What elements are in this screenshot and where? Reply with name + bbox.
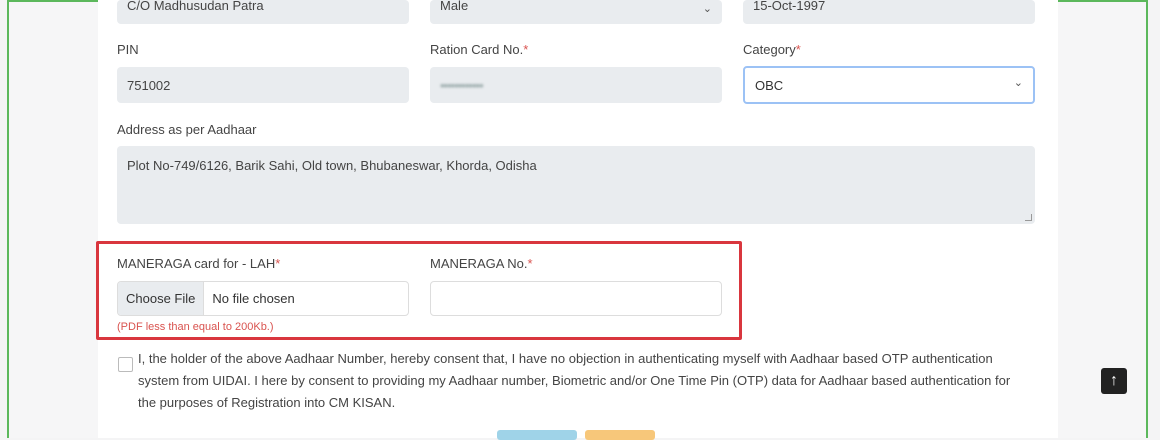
category-value: OBC: [755, 77, 784, 93]
chevron-down-icon: ⌄: [1013, 77, 1023, 89]
arrow-up-icon: ↑: [1110, 372, 1118, 389]
resize-grip-icon[interactable]: [1025, 214, 1032, 221]
ration-label: Ration Card No.*: [430, 42, 529, 57]
maneraga-card-label: MANERAGA card for - LAH*: [117, 256, 281, 271]
ration-value-masked: ••••••••••••: [440, 77, 484, 93]
gender-select[interactable]: Male ⌄: [430, 0, 722, 24]
maneraga-no-label: MANERAGA No.*: [430, 256, 533, 271]
reset-button[interactable]: [585, 430, 655, 440]
address-textarea[interactable]: Plot No-749/6126, Barik Sahi, Old town, …: [117, 146, 1035, 224]
ration-field[interactable]: ••••••••••••: [430, 67, 722, 103]
chevron-down-icon: ⌄: [702, 3, 712, 15]
maneraga-file-input[interactable]: Choose File No file chosen: [117, 281, 409, 316]
dob-value: 15-Oct-1997: [753, 0, 826, 13]
scroll-top-button[interactable]: ↑: [1101, 368, 1127, 394]
consent-text: I, the holder of the above Aadhaar Numbe…: [138, 351, 1011, 410]
guardian-field[interactable]: C/O Madhusudan Patra: [117, 0, 409, 24]
choose-file-button[interactable]: Choose File: [118, 282, 205, 315]
pin-field[interactable]: 751002: [117, 67, 409, 103]
pin-value: 751002: [127, 77, 171, 93]
guardian-value: C/O Madhusudan Patra: [127, 0, 264, 13]
maneraga-no-input[interactable]: [430, 281, 722, 316]
address-label: Address as per Aadhaar: [117, 122, 257, 137]
dob-field[interactable]: 15-Oct-1997: [743, 0, 1035, 24]
category-label: Category*: [743, 42, 801, 57]
consent-checkbox[interactable]: [118, 357, 133, 372]
no-file-chosen-text: No file chosen: [212, 291, 295, 306]
pin-label: PIN: [117, 42, 139, 57]
file-size-hint: (PDF less than equal to 200Kb.): [117, 321, 274, 333]
address-value: Plot No-749/6126, Barik Sahi, Old town, …: [127, 158, 537, 173]
category-select[interactable]: OBC ⌄: [743, 66, 1035, 104]
submit-button[interactable]: [497, 430, 577, 440]
gender-value: Male: [440, 0, 469, 13]
